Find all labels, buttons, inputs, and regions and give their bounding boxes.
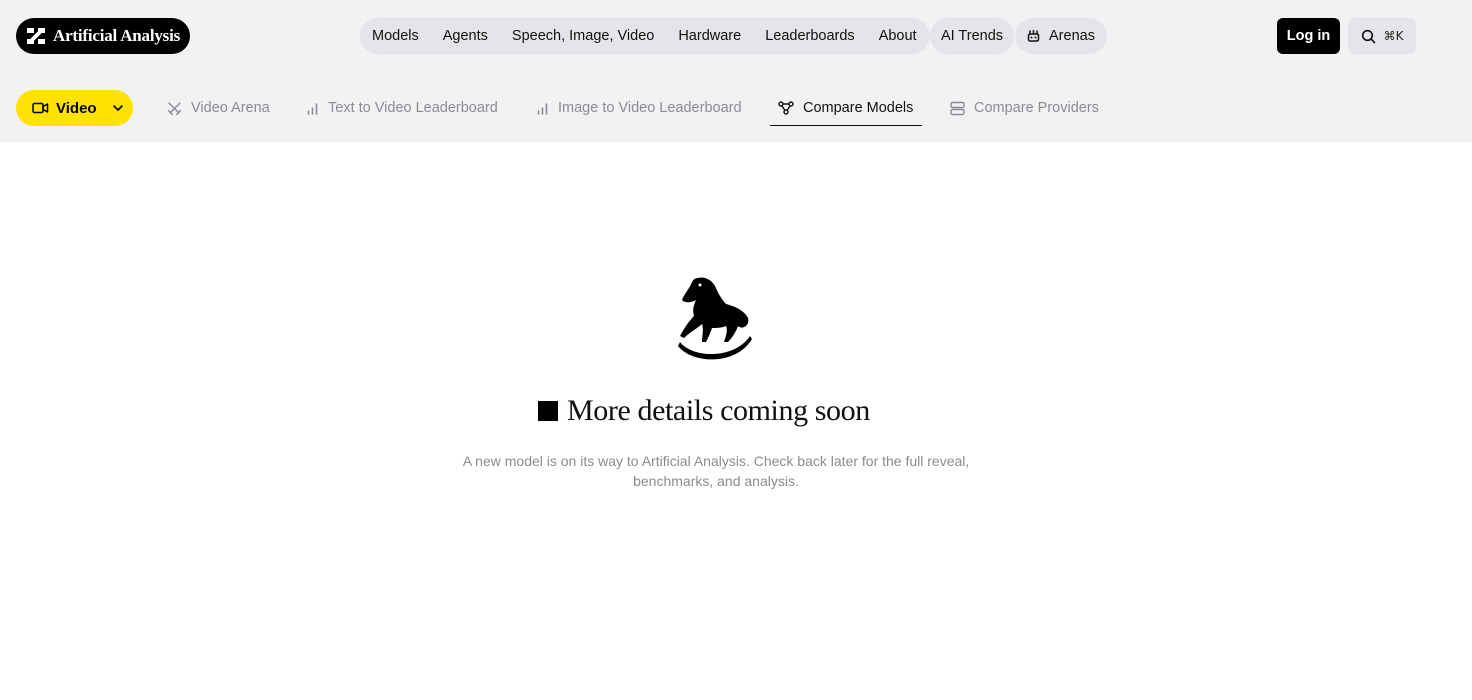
bar-chart-icon <box>307 102 318 115</box>
subtab-image-to-video-leaderboard[interactable]: Image to Video Leaderboard <box>536 90 742 126</box>
server-icon <box>950 101 965 115</box>
search-button[interactable]: ⌘K <box>1348 18 1416 54</box>
brand-logo[interactable]: Artificial Analysis <box>16 18 190 54</box>
main-nav: Models Agents Speech, Image, Video Hardw… <box>360 18 930 54</box>
section-selector-video[interactable]: Video <box>16 90 133 126</box>
compare-nodes-icon <box>778 101 794 115</box>
subtab-text-to-video-leaderboard[interactable]: Text to Video Leaderboard <box>306 90 498 126</box>
nav-item-about[interactable]: About <box>879 28 917 44</box>
coming-soon-headline: More details coming soon <box>538 393 898 429</box>
bar-chart-icon <box>537 102 548 115</box>
subtab-compare-providers[interactable]: Compare Providers <box>950 90 1099 126</box>
subtab-label: Compare Providers <box>974 100 1099 116</box>
nav-item-models[interactable]: Models <box>372 28 419 44</box>
nav-item-speech-image-video[interactable]: Speech, Image, Video <box>512 28 654 44</box>
brand-name: Artificial Analysis <box>53 26 181 45</box>
top-bar: Artificial Analysis Models Agents Speech… <box>0 0 1472 142</box>
aa-logo-icon <box>27 28 45 44</box>
nav-item-arenas: Arenas <box>1049 28 1095 44</box>
chevron-down-icon <box>112 105 123 111</box>
arena-icon <box>1027 29 1040 42</box>
nav-item-agents[interactable]: Agents <box>443 28 488 44</box>
video-camera-icon <box>32 102 49 114</box>
description-line-1: A new model is on its way to Artificial … <box>462 453 970 469</box>
nav-item-hardware[interactable]: Hardware <box>678 28 741 44</box>
rocking-horse-icon <box>678 277 752 360</box>
headline-text: More details coming soon <box>567 394 870 427</box>
nav-item-leaderboards[interactable]: Leaderboards <box>765 28 855 44</box>
swords-icon <box>167 101 182 115</box>
subtab-compare-models[interactable]: Compare Models <box>770 90 922 126</box>
square-bullet-icon <box>538 401 558 421</box>
coming-soon-description: A new model is on its way to Artificial … <box>436 451 996 491</box>
subtab-label: Video Arena <box>191 100 270 116</box>
nav-arenas[interactable]: Arenas <box>1015 18 1107 54</box>
description-line-2: benchmarks, and analysis. <box>633 473 799 489</box>
search-icon <box>1361 29 1375 43</box>
subtab-video-arena[interactable]: Video Arena <box>167 90 270 126</box>
login-button[interactable]: Log in <box>1277 18 1340 54</box>
nav-item-ai-trends: AI Trends <box>940 28 1004 44</box>
nav-ai-trends[interactable]: AI Trends <box>930 18 1014 54</box>
subtab-label: Image to Video Leaderboard <box>558 100 742 116</box>
search-shortcut: ⌘K <box>1383 29 1404 43</box>
section-label: Video <box>56 99 97 117</box>
subtab-label: Text to Video Leaderboard <box>328 100 498 116</box>
subtab-label: Compare Models <box>803 100 914 116</box>
